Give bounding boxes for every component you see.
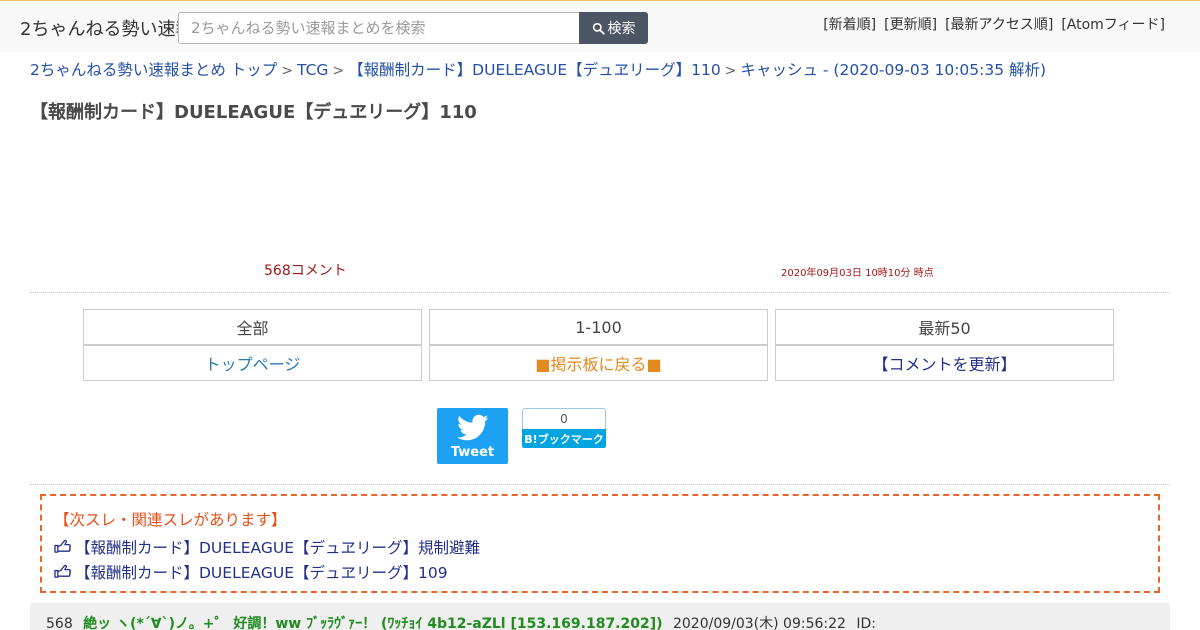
thread-nav-buttons: 全部 1-100 最新50 トップページ ■掲示板に戻る■ 【コメントを更新】: [83, 309, 1114, 381]
nav-latest-access[interactable]: [最新アクセス順]: [945, 14, 1053, 34]
tweet-button[interactable]: Tweet: [437, 408, 508, 464]
post-header: 568 絶ッ ヽ(*´∀`)ノ。+゜ 好調！ww ﾌﾞｯﾗｳﾞｧｰ！ (ﾜｯﾁｮ…: [30, 603, 1170, 630]
search-button-label: 検索: [607, 21, 636, 37]
divider: [30, 484, 1170, 485]
post-author-name: 絶ッ ヽ(*´∀`)ノ。+゜ 好調！ww ﾌﾞｯﾗｳﾞｧｰ！ (ﾜｯﾁｮｲ 4b…: [83, 616, 663, 630]
related-thread-title: 【報酬制カード】DUELEAGUE【デュヱリーグ】規制避難: [75, 538, 480, 557]
related-thread-link[interactable]: 【報酬制カード】DUELEAGUE【デュヱリーグ】規制避難: [54, 534, 1146, 559]
post-number[interactable]: 568: [46, 616, 73, 630]
refresh-comments-button[interactable]: 【コメントを更新】: [775, 345, 1114, 381]
breadcrumb-home[interactable]: 2ちゃんねる勢い速報まとめ トップ: [30, 61, 277, 79]
pointing-hand-icon: [54, 539, 71, 553]
breadcrumb-cache[interactable]: キャッシュ - (2020-09-03 10:05:35 解析): [740, 61, 1046, 79]
snapshot-timestamp: 2020年09月03日 10時10分 時点: [781, 268, 934, 279]
top-page-button[interactable]: トップページ: [83, 345, 422, 381]
breadcrumb-thread[interactable]: 【報酬制カード】DUELEAGUE【デュヱリーグ】110: [348, 61, 721, 79]
page-title: 【報酬制カード】DUELEAGUE【デュヱリーグ】110: [30, 102, 477, 123]
hatena-bookmark-button[interactable]: 0 B!ブックマーク: [522, 408, 606, 448]
related-thread-link[interactable]: 【報酬制カード】DUELEAGUE【デュヱリーグ】109: [54, 559, 1146, 584]
top-nav: [新着順] [更新順] [最新アクセス順] [Atomフィード]: [823, 14, 1165, 34]
breadcrumb-separator: >: [724, 63, 737, 79]
hatena-bookmark-label: B!ブックマーク: [522, 429, 606, 448]
search-icon: [592, 22, 605, 35]
show-all-button[interactable]: 全部: [83, 309, 422, 345]
comment-count: 568コメント: [264, 263, 347, 279]
related-threads-heading: 【次スレ・関連スレがあります】: [54, 511, 287, 529]
pointing-hand-icon: [54, 564, 71, 578]
breadcrumb: 2ちゃんねる勢い速報まとめ トップ > TCG > 【報酬制カード】DUELEAGUE【…: [30, 58, 1046, 80]
latest-50-button[interactable]: 最新50: [775, 309, 1114, 345]
post-date: 2020/09/03(木) 09:56:22: [672, 616, 846, 630]
breadcrumb-separator: >: [281, 63, 294, 79]
nav-atom-feed[interactable]: [Atomフィード]: [1061, 14, 1165, 34]
twitter-bird-icon: [456, 414, 488, 441]
site-title[interactable]: 2ちゃんねる勢い速報まとめ: [20, 15, 180, 41]
nav-new[interactable]: [新着順]: [823, 14, 876, 34]
tweet-label: Tweet: [450, 445, 495, 460]
related-threads-box: 【次スレ・関連スレがあります】 【報酬制カード】DUELEAGUE【デュヱリーグ…: [40, 494, 1160, 593]
breadcrumb-category[interactable]: TCG: [297, 61, 328, 79]
nav-updated[interactable]: [更新順]: [884, 14, 937, 34]
hatena-bookmark-count: 0: [522, 408, 606, 429]
search-button[interactable]: 検索: [579, 12, 648, 44]
breadcrumb-separator: >: [332, 63, 345, 79]
search-input[interactable]: [178, 12, 580, 44]
top-bar: 2ちゃんねる勢い速報まとめ 検索 [新着順] [更新順] [最新アクセス順] […: [0, 0, 1200, 52]
related-thread-title: 【報酬制カード】DUELEAGUE【デュヱリーグ】109: [75, 563, 448, 582]
back-to-board-button[interactable]: ■掲示板に戻る■: [429, 345, 768, 381]
post-id-label: ID:: [856, 616, 877, 630]
divider: [30, 292, 1170, 293]
range-1-100-button[interactable]: 1-100: [429, 309, 768, 345]
